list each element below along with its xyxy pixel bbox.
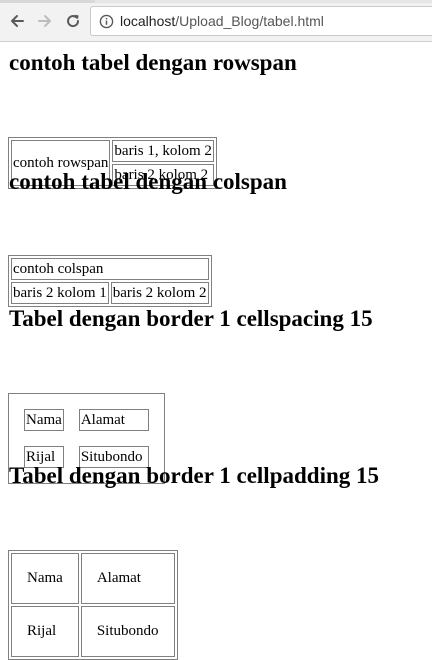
url-host: localhost xyxy=(120,13,176,29)
cellpadding-table: Nama Alamat Rijal Situbondo xyxy=(8,550,178,660)
heading-colspan: contoh tabel dengan colspan xyxy=(9,169,287,194)
reload-icon[interactable] xyxy=(62,10,84,32)
address-bar[interactable]: localhost/Upload_Blog/tabel.html xyxy=(90,6,432,36)
url-path: /Upload_Blog/tabel.html xyxy=(175,13,324,29)
table-row: Rijal Situbondo xyxy=(11,606,175,657)
table-cell: Nama xyxy=(24,409,64,431)
arrow-right-icon[interactable] xyxy=(34,10,56,32)
heading-cellspacing: Tabel dengan border 1 cellspacing 15 xyxy=(9,306,373,331)
table-cell: Nama xyxy=(11,553,79,604)
tab-strip-edge xyxy=(95,0,432,3)
arrow-left-icon[interactable] xyxy=(6,10,28,32)
table-cell: baris 2 kolom 2 xyxy=(110,282,209,304)
url-text: localhost/Upload_Blog/tabel.html xyxy=(120,13,324,29)
info-icon[interactable] xyxy=(99,14,114,29)
browser-toolbar: localhost/Upload_Blog/tabel.html xyxy=(0,0,432,42)
heading-rowspan: contoh tabel dengan rowspan xyxy=(9,50,297,75)
active-tab-edge xyxy=(0,0,95,3)
table-cell: baris 2 kolom 1 xyxy=(11,282,109,304)
table-row: Nama Alamat xyxy=(24,409,149,431)
table-cell: Situbondo xyxy=(80,606,175,657)
table-cell: Alamat xyxy=(80,553,175,604)
table-cell: baris 1, kolom 2 xyxy=(112,140,214,162)
table-row: Nama Alamat xyxy=(11,553,175,604)
table-cell: Alamat xyxy=(78,409,149,431)
table-cell: Rijal xyxy=(11,606,79,657)
colspan-table: contoh colspan baris 2 kolom 1 baris 2 k… xyxy=(8,255,212,307)
colspan-cell: contoh colspan xyxy=(11,258,209,280)
heading-cellpadding: Tabel dengan border 1 cellpadding 15 xyxy=(9,463,379,488)
